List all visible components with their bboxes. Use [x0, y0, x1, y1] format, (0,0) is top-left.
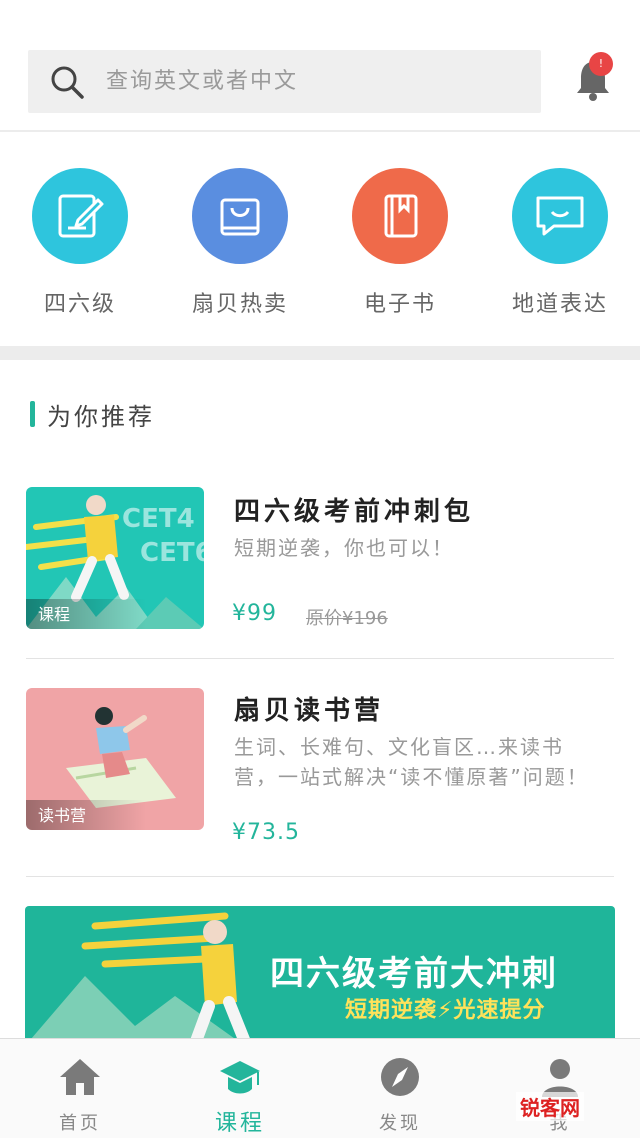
thumb-text-cet6: CET6	[140, 538, 204, 568]
category-label: 四六级	[43, 292, 116, 317]
tab-discover[interactable]: 发现	[320, 1039, 480, 1138]
course-card-cet[interactable]: CET4 CET6 课程 四六级考前冲刺包 短期逆袭，你也可以！ ¥99 原价¥…	[26, 487, 614, 637]
tab-label: 发现	[379, 1113, 421, 1134]
search-bar[interactable]	[28, 50, 541, 113]
section-divider	[0, 346, 640, 360]
graduation-cap-icon	[220, 1061, 260, 1094]
section-header: 为你推荐	[30, 398, 155, 431]
course-desc: 生词、长难句、文化盲区…来读书营，一站式解决“读不懂原著”问题！	[234, 735, 589, 789]
category-hot-sale[interactable]: 扇贝热卖	[160, 134, 320, 346]
book-icon	[384, 194, 418, 238]
section-title: 为你推荐	[47, 402, 155, 431]
category-expressions[interactable]: 地道表达	[480, 134, 640, 346]
category-label: 地道表达	[511, 292, 608, 317]
category-label: 电子书	[363, 292, 436, 317]
tab-label: 课程	[214, 1111, 265, 1136]
course-thumbnail: 读书营	[26, 688, 204, 830]
category-row: 四六级 扇贝热卖 电子书 地道表达	[0, 134, 640, 346]
course-title: 扇贝读书营	[234, 696, 385, 726]
course-price: ¥73.5	[232, 820, 300, 845]
course-card-reading-camp[interactable]: 读书营 扇贝读书营 生词、长难句、文化盲区…来读书营，一站式解决“读不懂原著”问…	[26, 688, 614, 858]
promo-banner[interactable]: 四六级考前大冲刺 短期逆袭⚡光速提分	[25, 906, 615, 1046]
course-original-price: 原价¥196	[306, 608, 388, 629]
pencil-note-icon	[58, 194, 104, 238]
category-circle	[32, 168, 128, 264]
course-thumbnail: CET4 CET6 课程	[26, 487, 204, 629]
category-ebook[interactable]: 电子书	[320, 134, 480, 346]
course-price: ¥99	[232, 601, 277, 626]
course-title: 四六级考前冲刺包	[234, 497, 475, 527]
category-label: 扇贝热卖	[191, 292, 288, 317]
home-icon	[60, 1059, 100, 1095]
tab-label: 首页	[59, 1113, 101, 1134]
shopping-bag-icon	[220, 198, 260, 236]
search-input[interactable]	[106, 69, 486, 94]
list-divider	[26, 658, 614, 659]
category-circle	[512, 168, 608, 264]
thumb-text-cet4: CET4	[122, 504, 195, 534]
top-header: !	[0, 0, 640, 132]
tab-home[interactable]: 首页	[0, 1039, 160, 1138]
category-cet[interactable]: 四六级	[0, 134, 160, 346]
bottom-tab-bar: 首页 课程 发现 我	[0, 1038, 640, 1138]
accent-bar	[30, 401, 35, 427]
list-divider	[26, 876, 614, 877]
course-tag: 读书营	[26, 800, 146, 830]
banner-subtitle: 短期逆袭⚡光速提分	[345, 998, 546, 1023]
watermark: 锐客网	[516, 1092, 584, 1121]
banner-title: 四六级考前大冲刺	[270, 954, 558, 994]
tab-courses[interactable]: 课程	[160, 1039, 320, 1138]
compass-icon	[381, 1058, 419, 1096]
course-tag: 课程	[26, 599, 146, 629]
notification-badge: !	[589, 52, 613, 76]
search-icon	[51, 66, 84, 99]
chat-bubble-icon	[536, 196, 584, 236]
course-desc: 短期逆袭，你也可以！	[234, 536, 454, 560]
category-circle	[352, 168, 448, 264]
tab-me[interactable]: 我	[480, 1039, 640, 1138]
category-circle	[192, 168, 288, 264]
